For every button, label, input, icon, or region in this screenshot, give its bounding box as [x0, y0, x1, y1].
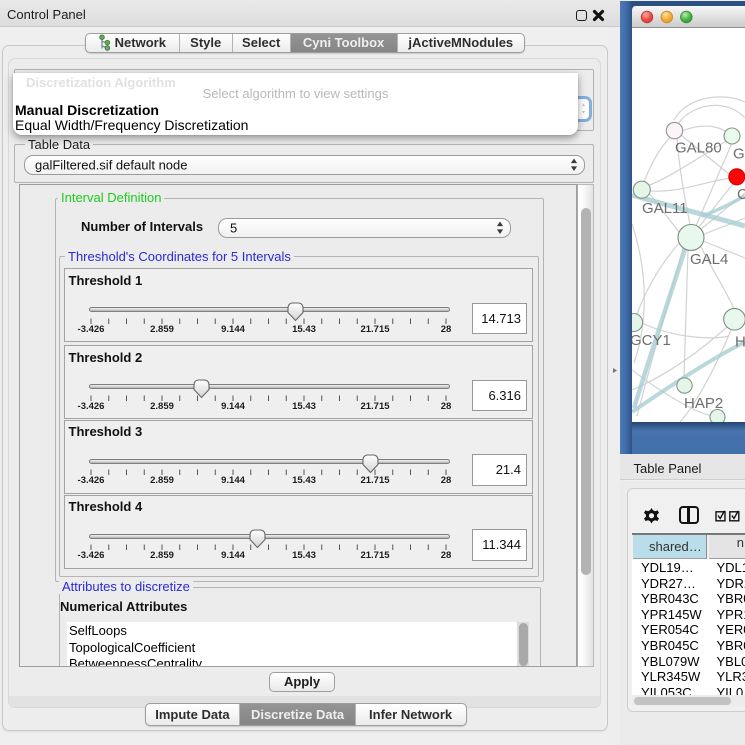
- svg-text:G.: G.: [733, 145, 745, 162]
- svg-text:GAL4: GAL4: [690, 251, 728, 268]
- svg-text:H: H: [735, 333, 745, 350]
- svg-text:HAP2: HAP2: [684, 395, 723, 412]
- svg-text:GCY1: GCY1: [632, 332, 671, 349]
- svg-text:GAL11: GAL11: [642, 200, 688, 217]
- svg-text:GAL80: GAL80: [675, 139, 722, 156]
- svg-text:C: C: [737, 186, 745, 203]
